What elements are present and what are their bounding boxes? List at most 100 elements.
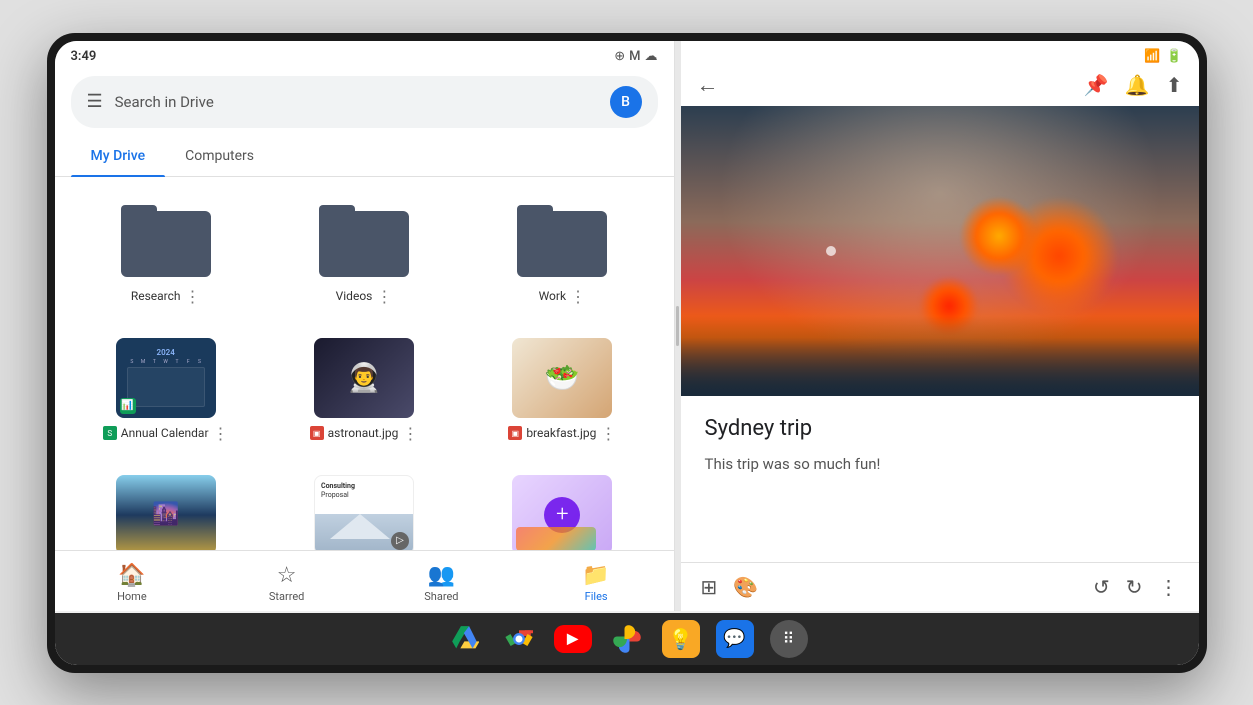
folder-research[interactable]: Research ⋮ [71,193,261,314]
cloud-icon: ☁ [645,49,658,64]
wifi-icon: 📶 [1144,49,1160,64]
image-dot-indicator [826,246,836,256]
nav-shared-label: Shared [424,590,458,603]
taskbar-photos[interactable] [608,620,646,658]
menu-icon[interactable]: ☰ [87,91,103,112]
file-add[interactable]: + [467,467,657,550]
taskbar-keep[interactable]: 💡 [662,620,700,658]
files-grid-row1: 2024 S M T W T F S [71,330,658,451]
image-icon-2: ▣ [508,426,522,440]
notes-action-buttons: 📌 🔔 ⬆ [1084,73,1183,97]
consulting-thumb: ConsultingProposal ▷ [314,475,414,550]
folder-videos-label: Videos [336,289,373,303]
redo-button[interactable]: ↻ [1122,571,1147,603]
location-icon: ⊕ [614,49,625,64]
keep-bulb-icon: 💡 [668,627,693,651]
nav-files-label: Files [585,590,608,603]
reminder-button[interactable]: 🔔 [1125,73,1150,97]
nav-starred[interactable]: ☆ Starred [209,559,364,607]
file-consulting[interactable]: ConsultingProposal ▷ Consulting Proposal [269,467,459,550]
folder-work-more-icon[interactable]: ⋮ [570,287,586,306]
drive-status-icons: ⊕ M ☁ [614,49,657,64]
sheets-badge: 📊 [120,398,136,414]
hero-background [681,106,1199,396]
file-city[interactable]: 🌆 city.jpg [71,467,261,550]
firework-2 [959,196,1039,276]
nav-files[interactable]: 📁 Files [519,559,674,607]
apps-grid-icon: ⠿ [783,629,795,648]
astronaut-thumb: 👨‍🚀 [314,338,414,418]
drive-svg [451,625,479,653]
drive-panel: 3:49 ⊕ M ☁ ☰ Search in Drive B [55,41,675,611]
note-title[interactable]: Sydney trip [705,416,1175,441]
notes-bottom-toolbar: ⊞ 🎨 ↺ ↻ ⋮ [681,562,1199,611]
nav-home-label: Home [117,590,147,603]
taskbar-drive[interactable] [446,620,484,658]
taskbar-chrome[interactable] [500,620,538,658]
note-hero-image [681,106,1199,396]
image-icon-1: ▣ [310,426,324,440]
user-avatar[interactable]: B [610,86,642,118]
messages-icon: 💬 [723,628,745,649]
note-body[interactable]: This trip was so much fun! [705,453,1175,476]
file-annual-calendar[interactable]: 2024 S M T W T F S [71,330,261,451]
breakfast-thumb: 🥗 [512,338,612,418]
file-astronaut-more-icon[interactable]: ⋮ [402,424,418,443]
folder-videos-more-icon[interactable]: ⋮ [376,287,392,306]
folder-research-more-icon[interactable]: ⋮ [185,287,201,306]
drive-bottom-nav: 🏠 Home ☆ Starred 👥 Shared 📁 Files [55,550,674,611]
status-time: 3:49 [71,49,97,64]
nav-home[interactable]: 🏠 Home [55,559,210,607]
file-breakfast[interactable]: 🥗 ▣ breakfast.jpg ⋮ [467,330,657,451]
taskbar-youtube[interactable]: ▶ [554,625,592,653]
add-file-thumb: + [512,475,612,550]
notes-panel: 📶 🔋 ← 📌 🔔 ⬆ [681,41,1199,611]
home-icon: 🏠 [118,563,145,588]
drive-status-bar: 3:49 ⊕ M ☁ [55,41,674,68]
chrome-svg [505,625,533,653]
folder-work[interactable]: Work ⋮ [467,193,657,314]
annual-calendar-thumb: 2024 S M T W T F S [116,338,216,418]
notes-header: ← 📌 🔔 ⬆ [681,68,1199,106]
drive-search-bar[interactable]: ☰ Search in Drive B [71,76,658,128]
nav-shared[interactable]: 👥 Shared [364,559,519,607]
file-calendar-more-icon[interactable]: ⋮ [213,424,229,443]
divider-handle [676,306,679,346]
files-icon: 📁 [582,563,609,588]
tab-my-drive[interactable]: My Drive [71,136,166,176]
file-astronaut-label: astronaut.jpg [328,426,399,440]
folder-videos-thumb [314,201,414,281]
taskbar-messages[interactable]: 💬 [716,620,754,658]
taskbar-all-apps[interactable]: ⠿ [770,620,808,658]
folders-grid: Research ⋮ [71,193,658,314]
back-button[interactable]: ← [697,72,719,98]
split-view: 3:49 ⊕ M ☁ ☰ Search in Drive B [55,41,1199,611]
file-astronaut[interactable]: 👨‍🚀 ▣ astronaut.jpg ⋮ [269,330,459,451]
notes-status-bar: 📶 🔋 [681,41,1199,68]
folder-work-label: Work [539,289,566,303]
tab-computers[interactable]: Computers [165,136,274,176]
file-breakfast-label: breakfast.jpg [526,426,596,440]
sheets-icon: S [103,426,117,440]
starred-icon: ☆ [277,563,297,588]
folder-research-thumb [116,201,216,281]
taskbar: ▶ 💡 💬 ⠿ [55,613,1199,665]
palette-button[interactable]: 🎨 [729,571,762,603]
city-thumb: 🌆 [116,475,216,550]
file-calendar-label: Annual Calendar [121,426,209,440]
pin-button[interactable]: 📌 [1084,73,1109,97]
folder-videos[interactable]: Videos ⋮ [269,193,459,314]
files-grid-row2: 🌆 city.jpg [71,467,658,550]
youtube-play-icon: ▶ [567,631,578,647]
undo-button[interactable]: ↺ [1089,571,1114,603]
add-item-button[interactable]: ⊞ [697,571,722,603]
gmail-icon: M [629,49,640,64]
file-breakfast-more-icon[interactable]: ⋮ [600,424,616,443]
search-label[interactable]: Search in Drive [115,93,598,111]
shared-icon: 👥 [428,563,455,588]
archive-button[interactable]: ⬆ [1166,73,1183,97]
drive-content: Research ⋮ [55,177,674,550]
more-options-button[interactable]: ⋮ [1155,571,1183,603]
drive-tabs: My Drive Computers [55,136,674,177]
nav-starred-label: Starred [269,590,305,603]
